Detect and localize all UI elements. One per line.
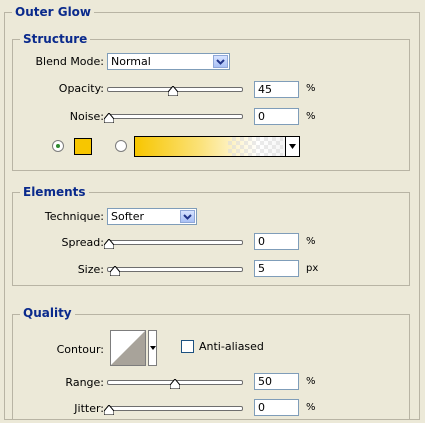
size-slider[interactable] (107, 267, 243, 272)
radio-selected-dot (56, 144, 60, 148)
anti-aliased-label: Anti-aliased (199, 340, 264, 353)
size-label: Size: (77, 263, 104, 276)
size-unit: px (306, 263, 319, 274)
chevron-down-icon[interactable] (213, 55, 228, 68)
contour-preview[interactable] (110, 330, 146, 366)
jitter-input[interactable]: 0 (254, 399, 299, 416)
range-slider-thumb[interactable] (170, 379, 180, 389)
noise-unit: % (306, 111, 316, 122)
range-input[interactable]: 50 (254, 373, 299, 390)
contour-dropdown-icon[interactable] (148, 330, 157, 366)
spread-slider-thumb[interactable] (104, 239, 114, 249)
gradient-radio[interactable] (115, 140, 127, 152)
transparency-checker (228, 137, 283, 156)
opacity-slider-thumb[interactable] (168, 86, 178, 96)
noise-slider-thumb[interactable] (104, 113, 114, 123)
jitter-slider[interactable] (107, 406, 243, 411)
noise-input[interactable]: 0 (254, 108, 299, 125)
contour-label: Contour: (56, 343, 104, 356)
opacity-label: Opacity: (58, 82, 104, 95)
range-label: Range: (65, 376, 104, 389)
jitter-slider-thumb[interactable] (104, 405, 114, 415)
spread-slider[interactable] (107, 240, 243, 245)
jitter-unit: % (306, 402, 316, 413)
glow-gradient-picker[interactable] (134, 136, 300, 157)
solid-color-radio[interactable] (52, 140, 64, 152)
technique-select[interactable]: Softer (107, 208, 197, 225)
spread-input[interactable]: 0 (254, 233, 299, 250)
spread-label: Spread: (61, 236, 104, 249)
elements-title: Elements (20, 185, 89, 199)
noise-label: Noise: (69, 110, 104, 123)
chevron-down-icon[interactable] (180, 210, 195, 223)
blend-mode-value: Normal (111, 55, 151, 68)
opacity-unit: % (306, 83, 316, 94)
blend-mode-label: Blend Mode: (35, 55, 105, 68)
glow-color-swatch[interactable] (74, 138, 92, 155)
gradient-dropdown-icon[interactable] (285, 137, 299, 156)
anti-aliased-checkbox[interactable] (181, 340, 194, 353)
panel-title: Outer Glow (12, 5, 95, 19)
technique-label: Technique: (44, 210, 104, 223)
size-input[interactable]: 5 (254, 260, 299, 277)
opacity-input[interactable]: 45 (254, 81, 299, 98)
range-unit: % (306, 376, 316, 387)
quality-title: Quality (20, 306, 75, 320)
structure-title: Structure (20, 32, 91, 46)
noise-slider[interactable] (107, 114, 243, 119)
technique-value: Softer (111, 210, 144, 223)
spread-unit: % (306, 236, 316, 247)
size-slider-thumb[interactable] (110, 266, 120, 276)
jitter-label: Jitter: (74, 402, 104, 415)
blend-mode-select[interactable]: Normal (107, 53, 230, 70)
